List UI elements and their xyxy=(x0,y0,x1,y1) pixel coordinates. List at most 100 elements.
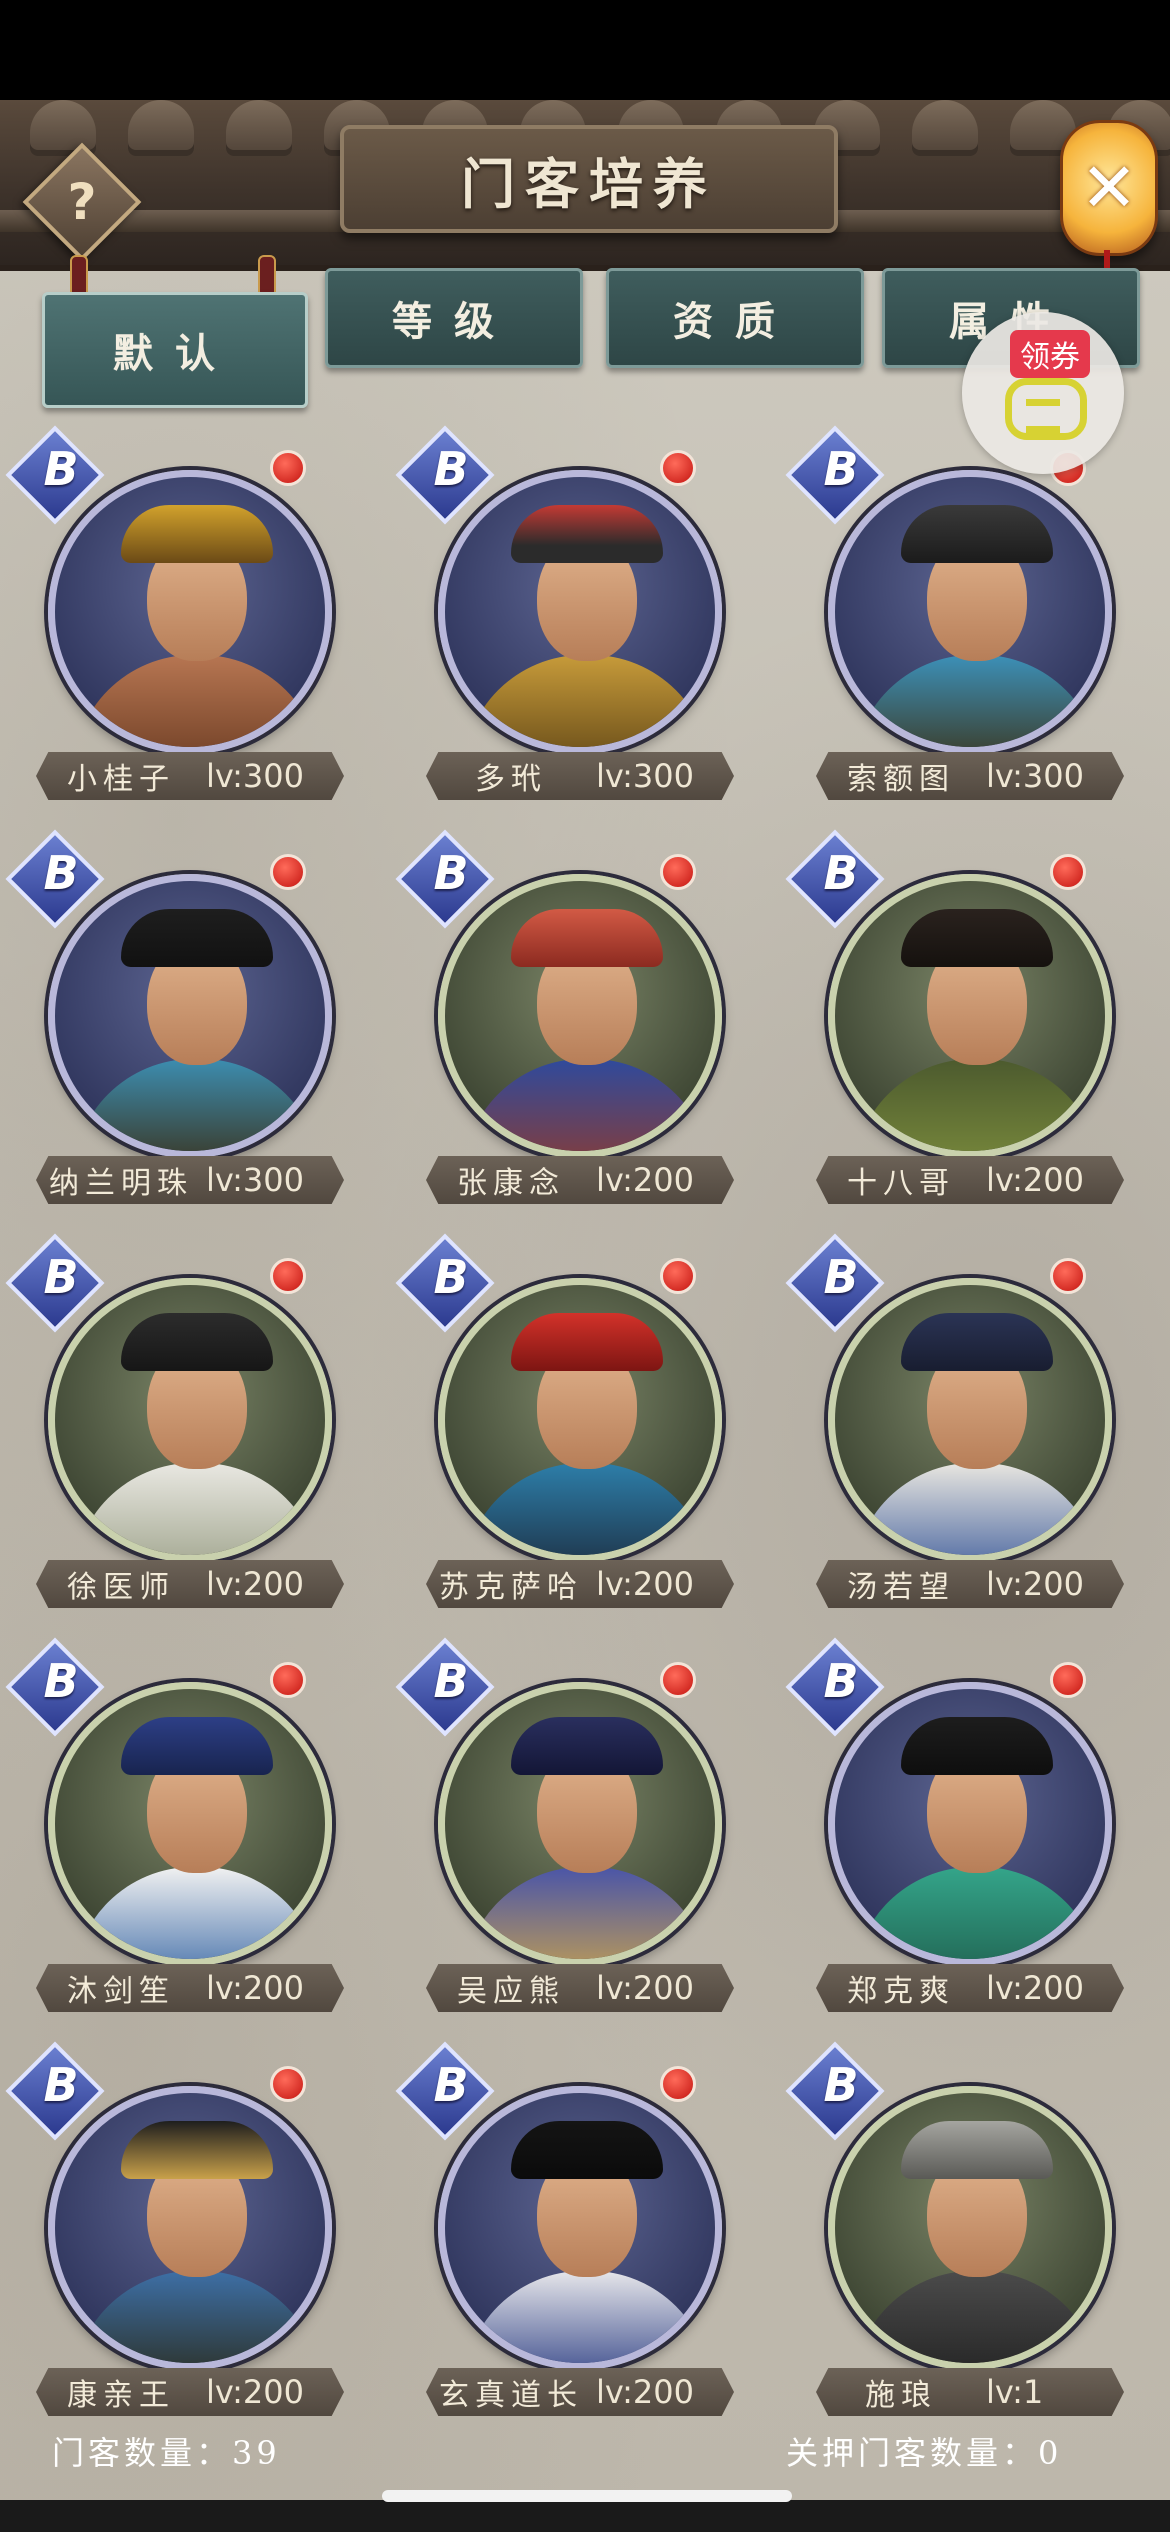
nameplate: 康亲王 lv:200 xyxy=(36,2368,344,2416)
portrait[interactable] xyxy=(48,1682,332,1966)
retainer-level: lv:300 xyxy=(596,757,694,795)
grade-letter: B xyxy=(433,846,469,900)
portrait[interactable] xyxy=(48,1278,332,1562)
retainer-card[interactable]: B 沐剑笙 lv:200 xyxy=(5,1637,344,2026)
notification-dot xyxy=(660,2066,696,2102)
retainer-level: lv:200 xyxy=(206,1969,304,2007)
retainer-level: lv:200 xyxy=(206,2373,304,2411)
coupon-icon[interactable] xyxy=(1005,378,1087,440)
nameplate: 施琅 lv:1 xyxy=(816,2368,1124,2416)
retainer-name: 徐医师 xyxy=(67,1570,175,1605)
grade-letter: B xyxy=(43,1654,79,1708)
portrait[interactable] xyxy=(438,2086,722,2370)
grade-letter: B xyxy=(823,2058,859,2112)
retainer-name: 十八哥 xyxy=(847,1166,955,1201)
retainer-card[interactable]: B 玄真道长 lv:200 xyxy=(395,2041,734,2430)
retainer-name: 汤若望 xyxy=(847,1570,955,1605)
retainer-level: lv:200 xyxy=(596,1969,694,2007)
retainer-card[interactable]: B 张康念 lv:200 xyxy=(395,829,734,1218)
notification-dot xyxy=(660,854,696,890)
retainer-card[interactable]: B 郑克爽 lv:200 xyxy=(785,1637,1124,2026)
retainer-level: lv:200 xyxy=(986,1161,1084,1199)
notification-dot xyxy=(270,450,306,486)
retainer-name: 张康念 xyxy=(457,1166,565,1201)
retainer-level: lv:200 xyxy=(596,1565,694,1603)
retainer-level: lv:200 xyxy=(986,1969,1084,2007)
nameplate: 吴应熊 lv:200 xyxy=(426,1964,734,2012)
retainer-card[interactable]: B 小桂子 lv:300 xyxy=(5,425,344,814)
retainer-card[interactable]: B 吴应熊 lv:200 xyxy=(395,1637,734,2026)
retainer-name: 纳兰明珠 xyxy=(49,1166,193,1201)
grade-letter: B xyxy=(43,1250,79,1304)
retainer-card[interactable]: B 多玳 lv:300 xyxy=(395,425,734,814)
portrait[interactable] xyxy=(48,2086,332,2370)
portrait[interactable] xyxy=(438,1682,722,1966)
nameplate: 徐医师 lv:200 xyxy=(36,1560,344,1608)
notification-dot xyxy=(270,854,306,890)
bottom-bar xyxy=(0,2500,1170,2532)
grade-letter: B xyxy=(43,846,79,900)
retainer-level: lv:200 xyxy=(986,1565,1084,1603)
notification-dot xyxy=(660,450,696,486)
retainer-card[interactable]: B 施琅 lv:1 xyxy=(785,2041,1124,2430)
retainer-card[interactable]: B 十八哥 lv:200 xyxy=(785,829,1124,1218)
retainer-level: lv:300 xyxy=(206,757,304,795)
grade-letter: B xyxy=(823,1654,859,1708)
nameplate: 郑克爽 lv:200 xyxy=(816,1964,1124,2012)
retainer-name: 小桂子 xyxy=(67,762,175,797)
notification-dot xyxy=(270,2066,306,2102)
retainer-count: 门客数量：39 xyxy=(52,2434,281,2472)
retainer-level: lv:300 xyxy=(206,1161,304,1199)
retainer-card[interactable]: B 纳兰明珠 lv:300 xyxy=(5,829,344,1218)
retainer-level: lv:200 xyxy=(596,1161,694,1199)
nameplate: 多玳 lv:300 xyxy=(426,752,734,800)
grade-letter: B xyxy=(43,442,79,496)
retainer-card[interactable]: B 汤若望 lv:200 xyxy=(785,1233,1124,1622)
retainer-level: lv:1 xyxy=(986,2373,1044,2411)
nameplate: 索额图 lv:300 xyxy=(816,752,1124,800)
retainer-card[interactable]: B 徐医师 lv:200 xyxy=(5,1233,344,1622)
home-indicator[interactable] xyxy=(382,2490,792,2502)
nameplate: 玄真道长 lv:200 xyxy=(426,2368,734,2416)
grade-letter: B xyxy=(823,1250,859,1304)
retainer-card[interactable]: B 苏克萨哈 lv:200 xyxy=(395,1233,734,1622)
retainer-card[interactable]: B 康亲王 lv:200 xyxy=(5,2041,344,2430)
retainer-name: 施琅 xyxy=(865,2378,937,2413)
nameplate: 小桂子 lv:300 xyxy=(36,752,344,800)
portrait[interactable] xyxy=(828,1278,1112,1562)
grade-letter: B xyxy=(433,2058,469,2112)
portrait[interactable] xyxy=(438,874,722,1158)
retainer-name: 郑克爽 xyxy=(847,1974,955,2009)
notification-dot xyxy=(1050,1662,1086,1698)
portrait[interactable] xyxy=(48,470,332,754)
nameplate: 十八哥 lv:200 xyxy=(816,1156,1124,1204)
portrait[interactable] xyxy=(48,874,332,1158)
jailed-retainer-count: 关押门客数量：0 xyxy=(786,2434,1063,2472)
notification-dot xyxy=(660,1258,696,1294)
nameplate: 沐剑笙 lv:200 xyxy=(36,1964,344,2012)
nameplate: 苏克萨哈 lv:200 xyxy=(426,1560,734,1608)
grade-letter: B xyxy=(43,2058,79,2112)
portrait[interactable] xyxy=(828,874,1112,1158)
retainer-name: 沐剑笙 xyxy=(67,1974,175,2009)
nameplate: 纳兰明珠 lv:300 xyxy=(36,1156,344,1204)
nameplate: 张康念 lv:200 xyxy=(426,1156,734,1204)
notification-dot xyxy=(270,1662,306,1698)
portrait[interactable] xyxy=(828,470,1112,754)
grade-letter: B xyxy=(433,442,469,496)
grade-letter: B xyxy=(433,1250,469,1304)
retainer-card[interactable]: B 索额图 lv:300 xyxy=(785,425,1124,814)
coupon-badge[interactable]: 领券 xyxy=(1010,330,1090,378)
retainer-level: lv:300 xyxy=(986,757,1084,795)
notification-dot xyxy=(660,1662,696,1698)
portrait[interactable] xyxy=(828,2086,1112,2370)
retainer-name: 苏克萨哈 xyxy=(439,1570,583,1605)
retainer-level: lv:200 xyxy=(206,1565,304,1603)
portrait[interactable] xyxy=(828,1682,1112,1966)
retainer-level: lv:200 xyxy=(596,2373,694,2411)
portrait[interactable] xyxy=(438,470,722,754)
grade-letter: B xyxy=(823,846,859,900)
grade-letter: B xyxy=(433,1654,469,1708)
retainer-name: 吴应熊 xyxy=(457,1974,565,2009)
portrait[interactable] xyxy=(438,1278,722,1562)
